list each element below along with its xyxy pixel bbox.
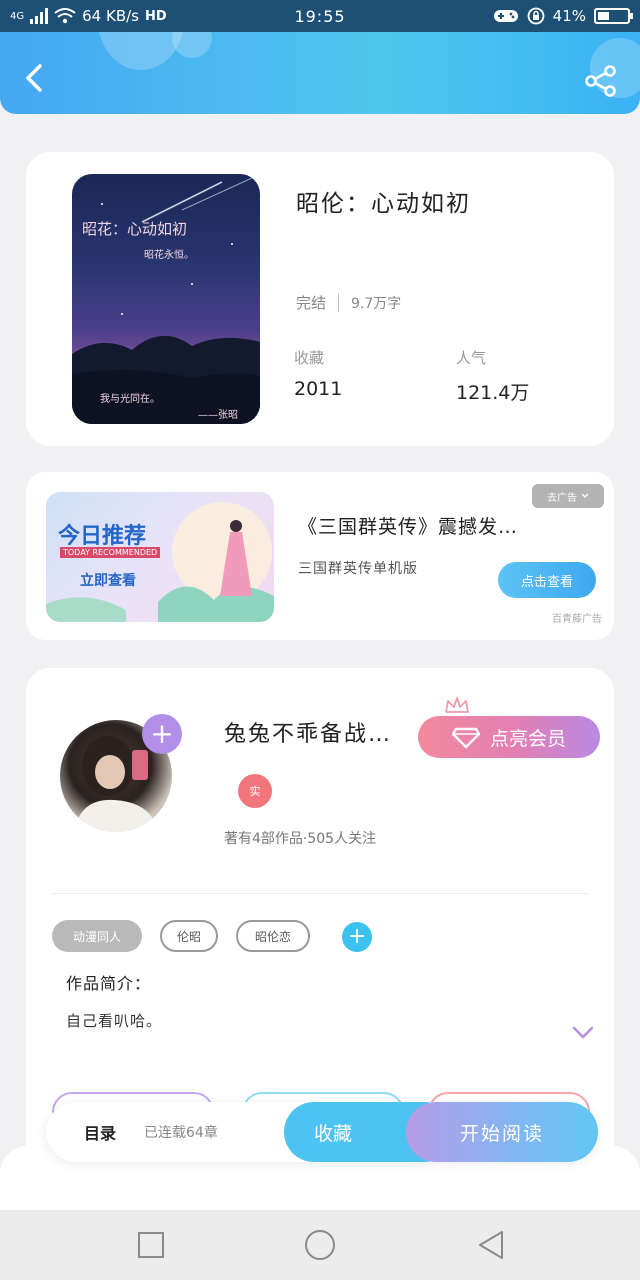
toc-button[interactable]: 目录	[84, 1120, 116, 1144]
intro-label: 作品简介：	[66, 974, 152, 993]
favorites-value: 2011	[294, 378, 343, 400]
cover-art	[72, 177, 260, 424]
cover-title: 昭花：心动如初	[82, 220, 188, 238]
follow-button[interactable]: +	[142, 714, 182, 754]
ad-banner-cta: 立即查看	[80, 573, 136, 589]
popularity-label: 人气	[456, 349, 487, 367]
home-icon[interactable]	[303, 1228, 337, 1262]
cover-subtitle: 昭花永恒。	[144, 250, 194, 261]
ad-banner[interactable]: 今日推荐 TODAY RECOMMENDED 立即查看	[46, 492, 274, 622]
book-cover[interactable]: 昭花：心动如初 昭花永恒。 我与光同在。 ——张昭	[72, 174, 260, 424]
tag-item[interactable]: 伦昭	[160, 920, 218, 952]
author-meta: 著有4部作品·505人关注	[224, 831, 377, 847]
back-button[interactable]	[18, 58, 54, 98]
separator	[338, 293, 340, 312]
popularity-value: 121.4万	[456, 382, 530, 404]
remove-ad-label: 去广告	[547, 492, 577, 504]
verified-badge: 实	[238, 774, 272, 808]
chevron-left-icon	[26, 64, 42, 92]
author-name: 兔兔不乖备战…	[224, 722, 393, 747]
tag-item[interactable]: 动漫同人	[52, 920, 142, 952]
expand-chevron-icon[interactable]	[572, 1026, 594, 1040]
status-bar: 4G 64 KB/s HD 19:55 41%	[0, 0, 640, 32]
cover-quote: 我与光同在。	[100, 394, 160, 405]
vip-button-label: 点亮会员	[489, 727, 566, 750]
crown-icon	[445, 697, 469, 713]
ad-subtitle: 三国群英传单机版	[298, 561, 418, 577]
diamond-icon	[451, 727, 480, 749]
chevron-down-icon	[581, 493, 589, 498]
cover-signature: ——张昭	[198, 410, 238, 421]
add-tag-button[interactable]: +	[342, 922, 372, 952]
clock: 19:55	[294, 6, 346, 26]
system-nav-bar	[0, 1210, 640, 1280]
share-icon	[585, 65, 616, 97]
book-info-card: 昭花：心动如初 昭花永恒。 我与光同在。 ——张昭 昭伦：心动如初 完结 9.7…	[26, 152, 614, 446]
favorites-label: 收藏	[294, 349, 325, 367]
book-title: 昭伦：心动如初	[296, 191, 471, 217]
battery-icon	[594, 8, 633, 24]
recents-icon[interactable]	[134, 1228, 168, 1262]
book-status: 完结	[296, 294, 327, 312]
start-reading-button[interactable]: 开始阅读	[406, 1102, 598, 1162]
ad-banner-title: 今日推荐	[58, 524, 147, 549]
tag-item[interactable]: 昭伦恋	[236, 920, 310, 952]
remove-ad-button[interactable]: 去广告	[532, 484, 604, 508]
back-nav-icon[interactable]	[474, 1228, 508, 1262]
ad-banner-subtitle: TODAY RECOMMENDED	[60, 547, 161, 558]
book-status-row: 完结 9.7万字	[296, 292, 401, 313]
vip-button[interactable]: 点亮会员	[418, 716, 600, 758]
action-bar: 目录 已连载64章 收藏 开始阅读	[46, 1102, 598, 1162]
share-button[interactable]	[584, 64, 618, 98]
word-count: 9.7万字	[351, 295, 402, 312]
favorite-button-label: 收藏	[314, 1122, 353, 1145]
ad-view-button[interactable]: 点击查看	[498, 562, 596, 598]
divider	[52, 893, 588, 894]
ad-source: 百青藤广告	[552, 614, 602, 625]
ad-title: 《三国群英传》震撼发…	[298, 516, 519, 538]
chapter-count: 已连载64章	[144, 1125, 218, 1141]
ad-card[interactable]: 今日推荐 TODAY RECOMMENDED 立即查看 去广告 《三国群英传》震…	[26, 472, 614, 640]
intro-text: 自己看叭哈。	[66, 1012, 163, 1030]
